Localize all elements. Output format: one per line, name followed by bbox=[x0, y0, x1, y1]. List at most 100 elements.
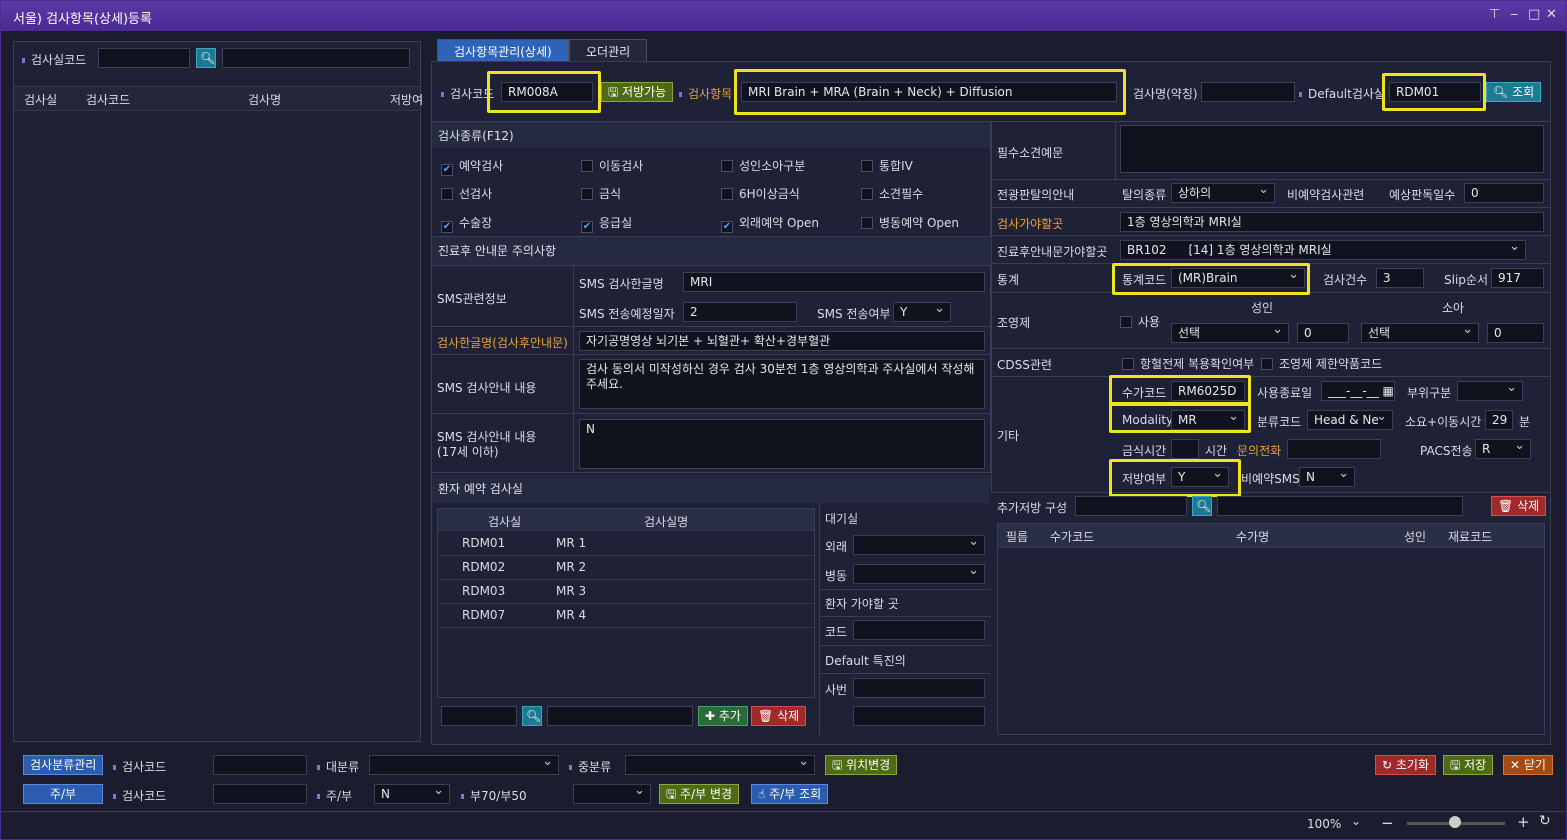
addrx-name-input[interactable] bbox=[1217, 496, 1463, 516]
table-row[interactable]: RDM02 MR 2 bbox=[438, 556, 814, 580]
bottom-code-input[interactable] bbox=[213, 755, 307, 775]
table-row[interactable]: RDM07 MR 4 bbox=[438, 604, 814, 628]
checkbox-icon[interactable]: ✔ bbox=[441, 221, 453, 233]
doc-name-input[interactable] bbox=[853, 706, 985, 726]
zoom-slider-thumb[interactable] bbox=[1449, 816, 1461, 828]
class-select[interactable]: Head & Ne bbox=[1307, 410, 1393, 430]
part-select[interactable] bbox=[1457, 381, 1523, 401]
default-lab-input[interactable]: RDM01 bbox=[1389, 82, 1481, 102]
kind-checkbox[interactable]: 병동예약 Open bbox=[861, 214, 959, 231]
mainsub-change-button[interactable]: 🖫 주/부 변경 bbox=[659, 784, 740, 804]
kor-name-input[interactable]: 자기공명영상 뇌기본 + 뇌혈관+ 확산+경부혈관 bbox=[579, 331, 985, 351]
room-delete-button[interactable]: 🗑 삭제 bbox=[751, 706, 807, 726]
move-button[interactable]: 🖫 위치변경 bbox=[825, 755, 898, 775]
checkbox-icon[interactable] bbox=[861, 188, 873, 200]
adult-value[interactable]: 0 bbox=[1297, 323, 1349, 343]
place-input[interactable]: 1층 영상의학과 MRI실 bbox=[1120, 212, 1544, 232]
child-value[interactable]: 0 bbox=[1487, 323, 1544, 343]
checkbox-icon[interactable] bbox=[441, 188, 453, 200]
addrx-code-input[interactable] bbox=[1075, 496, 1187, 516]
search-icon[interactable]: 🔍︎ bbox=[1192, 496, 1212, 516]
close-button[interactable]: ✕ 닫기 bbox=[1503, 755, 1553, 775]
short-name-input[interactable] bbox=[1201, 82, 1295, 102]
checkbox-icon[interactable] bbox=[721, 188, 733, 200]
mainsub-select[interactable]: N bbox=[374, 784, 450, 804]
room-code-input[interactable] bbox=[441, 706, 517, 726]
category-manage-button[interactable]: 검사분류관리 bbox=[23, 755, 103, 775]
ward-select[interactable] bbox=[853, 564, 985, 584]
item-input[interactable]: MRI Brain + MRA (Brain + Neck) + Diffusi… bbox=[741, 82, 1117, 102]
search-icon[interactable]: 🔍︎ bbox=[196, 48, 216, 68]
kind-checkbox[interactable]: 성인소아구분 bbox=[721, 157, 805, 174]
time-input[interactable]: 29 bbox=[1485, 410, 1513, 430]
license-input[interactable] bbox=[853, 678, 985, 698]
guide-textarea[interactable]: 검사 동의서 미작성하신 경우 검사 30분전 1층 영상의학과 주사실에서 작… bbox=[579, 359, 985, 409]
kind-checkbox[interactable]: 선검사 bbox=[441, 185, 492, 202]
rx-available-button[interactable]: 🖫 저방가능 bbox=[601, 82, 674, 102]
sms-send-select[interactable]: Y bbox=[893, 302, 951, 322]
mid-select[interactable] bbox=[625, 755, 815, 775]
maximize-icon[interactable]: □ bbox=[1528, 7, 1540, 22]
tab-detail[interactable]: 검사항목관리(상세) bbox=[437, 39, 569, 61]
pin-icon[interactable]: ⊤ bbox=[1489, 7, 1500, 22]
zoom-in-icon[interactable]: + bbox=[1517, 813, 1530, 831]
child-select[interactable]: 선택 bbox=[1361, 323, 1479, 343]
checkbox-icon[interactable] bbox=[861, 160, 873, 172]
calendar-icon[interactable]: ▦ bbox=[1383, 384, 1394, 398]
ratio-select[interactable] bbox=[573, 784, 651, 804]
checkbox-icon[interactable] bbox=[721, 160, 733, 172]
minimize-icon[interactable]: ‒ bbox=[1510, 7, 1518, 22]
table-row[interactable]: RDM01 MR 1 bbox=[438, 532, 814, 556]
checkbox-icon[interactable]: ✔ bbox=[721, 221, 733, 233]
cdss-contrast-checkbox[interactable]: 조영제 제한약품코드 bbox=[1261, 355, 1382, 372]
checkbox-icon[interactable] bbox=[581, 160, 593, 172]
room-add-button[interactable]: ✚ 추가 bbox=[698, 706, 748, 726]
mainsub-button[interactable]: 주/부 bbox=[23, 784, 103, 804]
big-select[interactable] bbox=[369, 755, 559, 775]
cdss-anticoag-checkbox[interactable]: 항혈전제 복용확인여부 bbox=[1122, 355, 1254, 372]
kind-checkbox[interactable]: 6H이상금식 bbox=[721, 185, 800, 202]
addrx-delete-button[interactable]: 🗑 삭제 bbox=[1491, 496, 1547, 516]
save-button[interactable]: 🖫 저장 bbox=[1443, 755, 1494, 775]
after-select[interactable]: BR102 [14] 1층 영상의학과 MRI실 bbox=[1120, 240, 1526, 260]
count-input[interactable]: 3 bbox=[1376, 268, 1424, 288]
kind-checkbox[interactable]: ✔ 외래예약 Open bbox=[721, 214, 819, 233]
use-checkbox[interactable]: 사용 bbox=[1120, 313, 1160, 330]
bottom-code2-input[interactable] bbox=[213, 784, 307, 804]
nonres-sms-select[interactable]: N bbox=[1299, 467, 1355, 487]
rx-select[interactable]: Y bbox=[1171, 467, 1229, 487]
room-name-input[interactable] bbox=[547, 706, 693, 726]
kind-checkbox[interactable]: ✔ 예약검사 bbox=[441, 157, 503, 176]
kind-checkbox[interactable]: ✔ 응급실 bbox=[581, 214, 632, 233]
fast-input[interactable] bbox=[1171, 439, 1199, 459]
guide17-textarea[interactable]: N bbox=[579, 419, 985, 469]
checkbox-icon[interactable] bbox=[581, 188, 593, 200]
out-select[interactable] bbox=[853, 535, 985, 555]
kind-checkbox[interactable]: 이동검사 bbox=[581, 157, 643, 174]
lab-code-input[interactable] bbox=[98, 48, 190, 68]
zoom-dropdown-icon[interactable]: ⌄ bbox=[1351, 814, 1361, 828]
code-input[interactable]: RM008A bbox=[501, 82, 593, 102]
inquiry-input[interactable] bbox=[1287, 439, 1381, 459]
search-button[interactable]: 🔍︎ 조회 bbox=[1486, 82, 1542, 102]
goto-code-input[interactable] bbox=[853, 620, 985, 640]
reset-button[interactable]: ↻ 초기화 bbox=[1375, 755, 1436, 775]
mainsub-query-button[interactable]: ☝ 주/부 조회 bbox=[751, 784, 829, 804]
pacs-select[interactable]: R bbox=[1475, 439, 1531, 459]
checkbox-icon[interactable]: ✔ bbox=[581, 221, 593, 233]
lab-name-input[interactable] bbox=[222, 48, 410, 68]
slip-input[interactable]: 917 bbox=[1491, 268, 1544, 288]
statcode-select[interactable]: (MR)Brain bbox=[1171, 268, 1305, 288]
fee-input[interactable]: RM6025D bbox=[1171, 381, 1245, 401]
required-textarea[interactable] bbox=[1120, 125, 1544, 173]
close-window-icon[interactable]: ✕ bbox=[1546, 7, 1557, 22]
search-icon[interactable]: 🔍︎ bbox=[522, 706, 542, 726]
sms-date-input[interactable]: 2 bbox=[683, 302, 797, 322]
checkbox-icon[interactable]: ✔ bbox=[441, 164, 453, 176]
tab-order[interactable]: 오더관리 bbox=[569, 39, 648, 61]
checkbox-icon[interactable] bbox=[861, 217, 873, 229]
table-row[interactable]: RDM03 MR 3 bbox=[438, 580, 814, 604]
refresh-icon[interactable]: ↻ bbox=[1539, 813, 1551, 829]
kind-checkbox[interactable]: 통합IV bbox=[861, 157, 913, 174]
undress-select[interactable]: 상하의 bbox=[1171, 183, 1275, 203]
